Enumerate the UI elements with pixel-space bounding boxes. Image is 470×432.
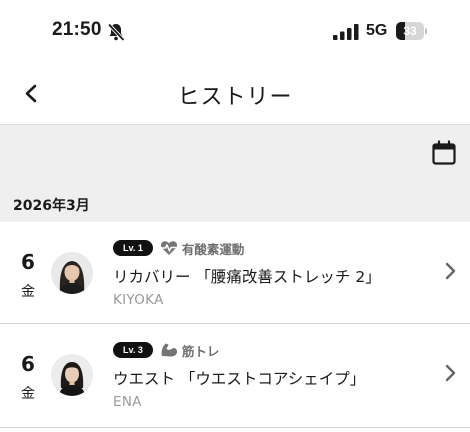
history-list-item[interactable]: 6 金 Lv. 3 筋トレ ウエスト 「ウエストコアシェイプ」 ENA	[0, 324, 470, 428]
network-type: 5G	[366, 22, 388, 39]
category-label: 有酸素運動	[181, 241, 245, 257]
date-day: 6	[21, 352, 35, 376]
month-label: 2026年3月	[13, 198, 90, 214]
instructor-avatar	[51, 354, 93, 396]
history-list: 6 金 Lv. 1 有酸素運動 リカバリー 「腰痛改善ストレッチ 2」 KIYO…	[0, 222, 470, 428]
status-bar: 21:50 5G 33	[0, 0, 470, 62]
calendar-button[interactable]	[431, 140, 457, 166]
filter-toolbar	[0, 124, 470, 192]
cellular-signal-icon	[333, 24, 359, 40]
bell-slash-icon	[107, 23, 125, 42]
calendar-icon	[432, 140, 456, 165]
lesson-title: リカバリー 「腰痛改善ストレッチ 2」	[113, 268, 381, 286]
lesson-badges: Lv. 3 筋トレ	[113, 341, 219, 359]
lesson-badges: Lv. 1 有酸素運動	[113, 239, 244, 257]
instructor-name: ENA	[113, 394, 142, 410]
heartbeat-icon	[160, 241, 177, 255]
navigation-bar: ヒストリー	[0, 62, 470, 124]
date-day: 6	[21, 250, 35, 274]
month-section-header: 2026年3月	[0, 192, 470, 222]
category-label: 筋トレ	[181, 343, 220, 359]
instructor-name: KIYOKA	[113, 292, 164, 308]
history-list-item[interactable]: 6 金 Lv. 1 有酸素運動 リカバリー 「腰痛改善ストレッチ 2」 KIYO…	[0, 222, 470, 324]
flexed-arm-icon	[161, 343, 177, 357]
level-badge: Lv. 1	[113, 240, 153, 256]
lesson-title: ウエスト 「ウエストコアシェイプ」	[113, 370, 366, 388]
status-time: 21:50	[52, 19, 102, 40]
instructor-avatar	[51, 252, 93, 294]
battery-icon: 33	[396, 22, 427, 40]
battery-level: 33	[403, 24, 417, 38]
date-weekday: 金	[21, 284, 35, 300]
chevron-right-icon	[445, 262, 456, 280]
page-title: ヒストリー	[177, 85, 293, 110]
level-badge: Lv. 3	[113, 342, 153, 358]
date-weekday: 金	[21, 386, 35, 402]
chevron-right-icon	[445, 364, 456, 382]
